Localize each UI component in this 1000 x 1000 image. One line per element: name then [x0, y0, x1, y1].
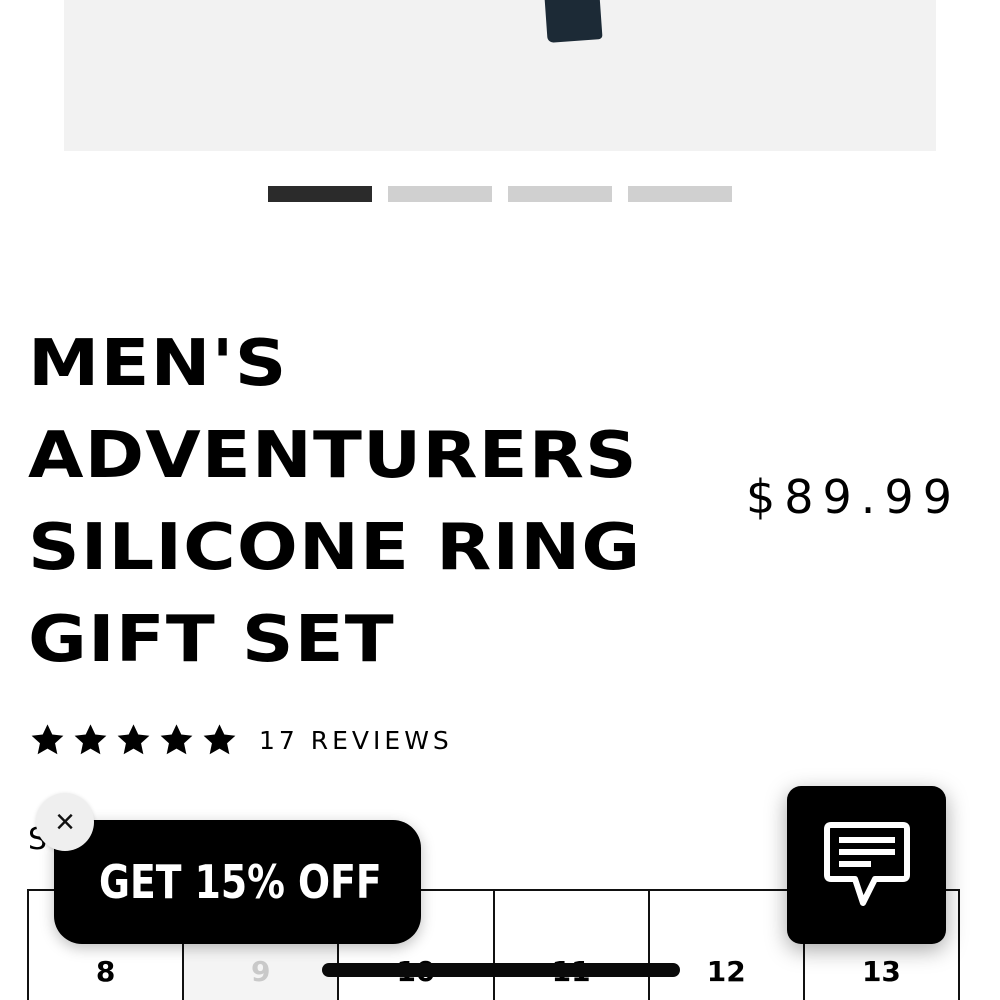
product-title-line: GIFT SET	[28, 603, 395, 677]
close-icon[interactable]: ×	[36, 793, 94, 851]
star-icon	[203, 724, 236, 755]
carousel-dot-4[interactable]	[628, 186, 732, 202]
star-icon	[160, 724, 193, 755]
star-rating	[28, 722, 239, 759]
rating-summary[interactable]: 17 REVIEWS	[28, 722, 453, 759]
chat-bubble-icon	[823, 822, 910, 906]
product-title-line: ADVENTURERS	[28, 419, 638, 493]
star-icon	[74, 724, 107, 755]
product-title-line: SILICONE RING	[28, 511, 642, 585]
product-image[interactable]	[64, 0, 936, 151]
discount-popup-button[interactable]: GET 15% OFF	[54, 820, 421, 944]
star-icon	[117, 724, 150, 755]
chat-button[interactable]	[787, 786, 946, 944]
carousel-dot-1[interactable]	[268, 186, 372, 202]
star-icon	[31, 724, 64, 755]
product-price: $89.99	[746, 470, 961, 524]
reviews-link[interactable]: 17 REVIEWS	[259, 726, 453, 755]
product-title-line: MEN'S	[28, 327, 288, 401]
product-title: MEN'S ADVENTURERS SILICONE RING GIFT SET	[28, 318, 812, 686]
size-option-11[interactable]: 11	[494, 891, 650, 1000]
size-option-12[interactable]: 12	[649, 891, 805, 1000]
carousel-dot-3[interactable]	[508, 186, 612, 202]
carousel-indicator	[268, 186, 732, 202]
carousel-dot-2[interactable]	[388, 186, 492, 202]
ring-image-fragment	[544, 0, 603, 43]
discount-label: GET 15% OFF	[99, 855, 382, 909]
home-indicator[interactable]	[322, 963, 680, 977]
